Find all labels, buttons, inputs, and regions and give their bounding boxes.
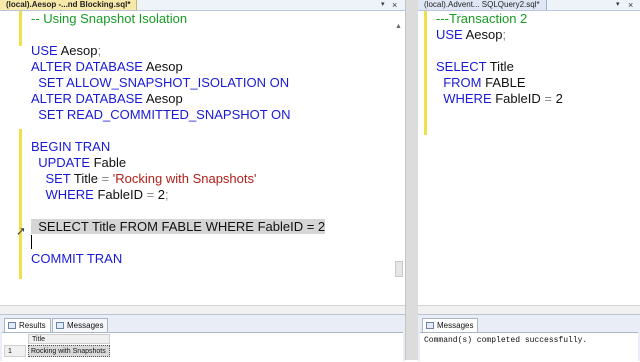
code-line[interactable]: SELECT Title FROM FABLE WHERE FableID = … [31,219,326,235]
left-tab-bar: (local).Aesop -...nd Blocking.sql* ▾ × [0,0,405,11]
code-line[interactable]: SET Title = 'Rocking with Snapshots' [31,171,257,187]
column-header-title[interactable]: Title [28,334,110,344]
code-token: Aesop [142,59,183,74]
scroll-up-arrow-icon[interactable]: ▲ [395,23,402,30]
code-token: UPDATE [31,155,90,170]
change-marker [424,11,427,135]
messages-icon [56,322,64,329]
tab-dropdown-icon[interactable]: ▾ [381,0,385,10]
code-token: WHERE [31,187,94,202]
code-line[interactable]: COMMIT TRAN [31,251,122,267]
messages-tab[interactable]: Messages [52,318,109,332]
code-token: = [544,91,552,106]
code-token: Title [70,171,102,186]
left-code-editor[interactable]: -- Using Snapshot Isolation USE Aesop; ALT… [0,11,405,305]
code-token: Title [486,59,514,74]
messages-output: Command(s) completed successfully. [420,332,638,362]
right-horizontal-scrollbar[interactable] [418,305,640,314]
code-line[interactable]: ---Transaction 2 [436,11,527,27]
mouse-pointer-icon: ➚ [16,224,27,238]
code-token: FABLE [481,75,526,90]
code-token: Aesop [57,43,98,58]
text-caret [31,235,32,249]
tab-dropdown-icon[interactable]: ▾ [616,0,620,10]
code-token: FROM [436,75,482,90]
code-token: Aesop [142,91,183,106]
code-line[interactable]: SET READ_COMMITTED_SNAPSHOT ON [31,107,291,123]
change-marker [19,129,22,279]
code-token: ---Transaction 2 [436,11,528,26]
change-marker [19,11,22,46]
code-token: USE [31,43,58,58]
code-line[interactable]: ALTER DATABASE Aesop [31,91,183,107]
right-messages-tab[interactable]: Messages [422,318,479,332]
code-token: ; [97,43,102,58]
code-line[interactable]: FROM FABLE [436,75,526,91]
code-line[interactable]: WHERE FableID = 2 [436,91,563,107]
code-token: SELECT Title FROM FABLE WHERE FableID = … [31,219,326,234]
code-token: SELECT [436,59,487,74]
code-token: 2 [551,91,563,106]
code-token: SET ALLOW_SNAPSHOT_ISOLATION ON [31,75,290,90]
code-token: USE [436,27,463,42]
code-token: ; [165,187,169,202]
code-token: SET READ_COMMITTED_SNAPSHOT ON [31,107,291,122]
code-token: WHERE [436,91,492,106]
code-line[interactable]: WHERE FableID = 2; [31,187,169,203]
code-token: FableID [491,91,545,106]
code-token: SET [31,171,71,186]
messages-icon [426,322,434,329]
left-query-pane[interactable]: (local).Aesop -...nd Blocking.sql* ▾ × -… [0,0,405,305]
code-line[interactable]: -- Using Snapshot Isolation [31,11,187,27]
right-results-panel: Messages Command(s) completed successful… [418,314,640,362]
left-query-tab[interactable]: (local).Aesop -...nd Blocking.sql* [0,0,138,10]
code-line[interactable]: BEGIN TRAN [31,139,110,155]
code-token: BEGIN TRAN [31,139,111,154]
close-right-tab-icon[interactable]: × [628,0,633,10]
left-horizontal-scrollbar[interactable] [0,305,405,314]
close-left-tab-icon[interactable]: × [392,0,397,10]
code-line[interactable]: UPDATE Fable [31,155,126,171]
code-token: ALTER DATABASE [31,91,143,106]
code-token: ; [502,27,507,42]
result-cell[interactable]: Rocking with Snapshots [28,345,110,357]
code-token: 'Rocking with Snapshots' [109,171,257,186]
code-token: -- Using Snapshot Isolation [31,11,188,26]
code-line[interactable]: ALTER DATABASE Aesop [31,59,183,75]
code-line[interactable]: USE Aesop; [436,27,506,43]
code-line[interactable]: USE Aesop; [31,43,101,59]
code-token: FableID [93,187,147,202]
results-tab[interactable]: Results [4,318,51,332]
row-number[interactable]: 1 [4,345,26,357]
vertical-scroll-thumb[interactable] [395,261,403,277]
right-tab-bar: (local).Advent... SQLQuery2.sql* ▾ × [418,0,640,11]
right-query-pane[interactable]: (local).Advent... SQLQuery2.sql* ▾ × ---… [418,0,640,305]
code-line[interactable]: SELECT Title [436,59,514,75]
results-grid: Title 1 Rocking with Snapshots [2,332,403,362]
message-text: Command(s) completed successfully. [424,336,588,345]
right-code-editor[interactable]: ---Transaction 2 USE Aesop; SELECT Title F… [418,11,640,305]
code-token: Fable [90,155,127,170]
results-grid-icon [8,322,16,329]
code-token: Aesop [462,27,503,42]
code-line[interactable]: SET ALLOW_SNAPSHOT_ISOLATION ON [31,75,289,91]
code-token: 2 [154,187,166,202]
code-token: ALTER DATABASE [31,59,143,74]
right-query-tab[interactable]: (local).Advent... SQLQuery2.sql* [418,0,547,10]
code-token: COMMIT TRAN [31,251,123,266]
left-results-panel: Results Messages Title 1 Rocking with Sn… [0,314,405,362]
